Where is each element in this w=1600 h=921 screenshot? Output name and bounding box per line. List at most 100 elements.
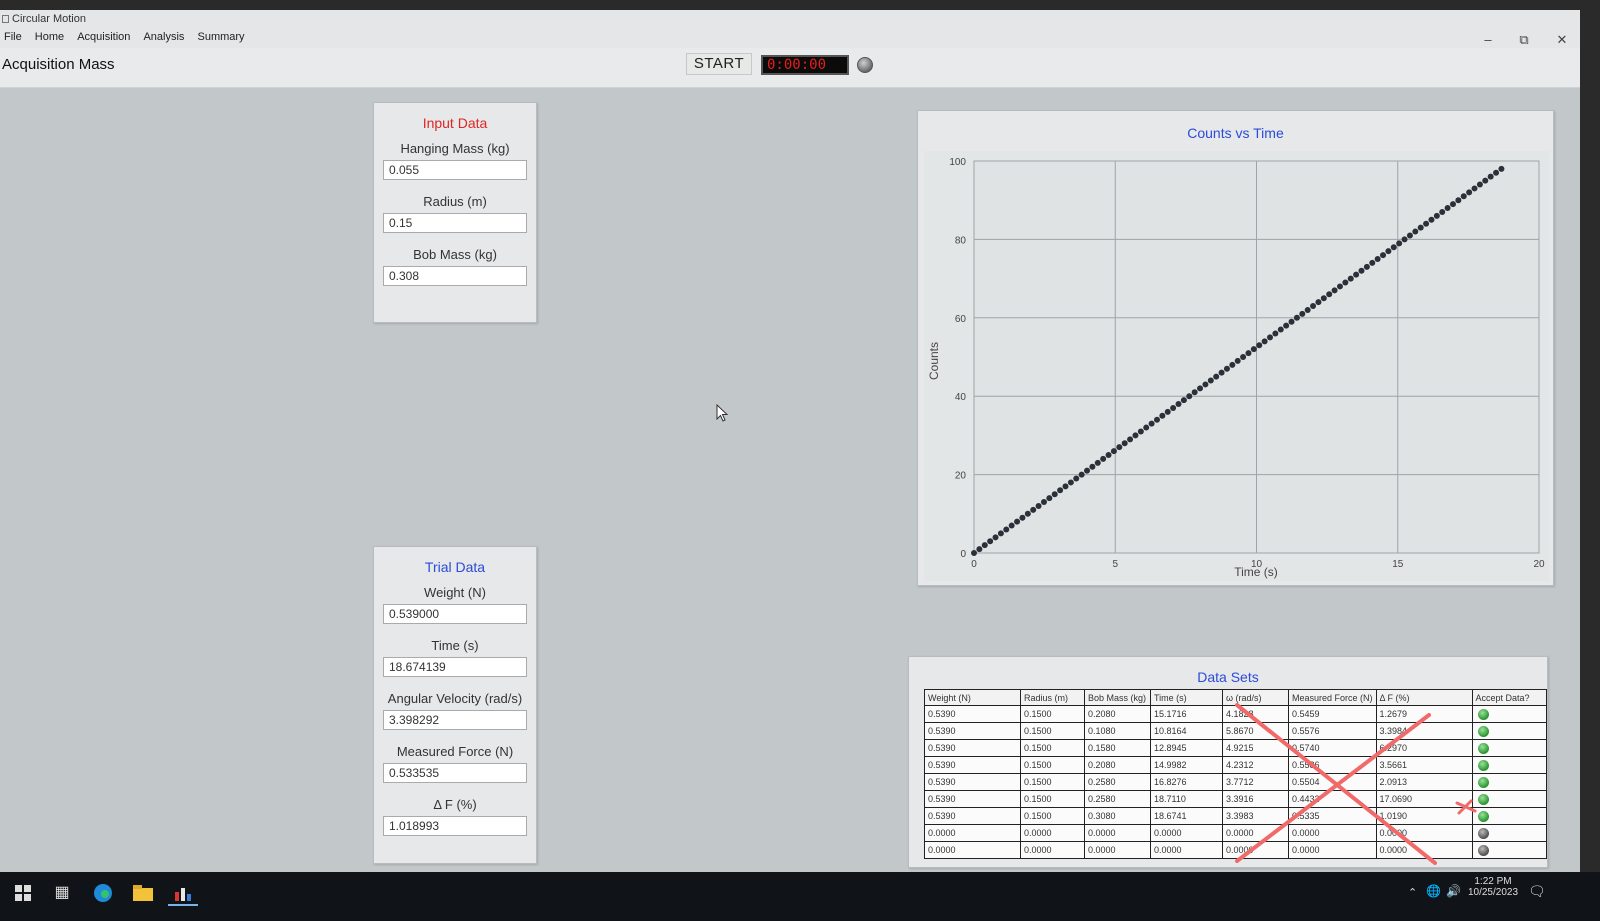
data-point xyxy=(1100,455,1107,462)
measured-force-field: 0.533535 xyxy=(383,763,527,783)
data-point xyxy=(1466,189,1473,196)
data-point xyxy=(1207,377,1214,384)
bob-mass-label: Bob Mass (kg) xyxy=(413,247,497,262)
data-point xyxy=(1331,287,1338,294)
data-point xyxy=(1417,224,1424,231)
task-view-icon[interactable]: ▦ xyxy=(47,880,77,906)
menu-summary[interactable]: Summary xyxy=(194,28,251,43)
menu-home[interactable]: Home xyxy=(31,28,70,43)
hanging-mass-input[interactable]: 0.055 xyxy=(383,160,527,180)
data-point xyxy=(1234,357,1241,364)
x-tick-label: 5 xyxy=(1112,559,1118,570)
menu-bar: File Home Acquisition Analysis Summary xyxy=(0,28,1580,48)
restore-icon[interactable]: ⧉ xyxy=(1516,32,1532,48)
delta-f-label: Δ F (%) xyxy=(433,797,477,812)
x-tick-label: 15 xyxy=(1392,559,1404,570)
page-title: Acquisition Mass xyxy=(2,56,115,73)
data-point xyxy=(1035,502,1042,509)
data-point xyxy=(1051,491,1058,498)
data-point xyxy=(1078,471,1085,478)
timer-display: 0:00:00 xyxy=(761,55,849,75)
data-point xyxy=(1374,256,1381,262)
data-point xyxy=(1223,365,1230,372)
red-x-annotation xyxy=(1235,703,1477,865)
data-point xyxy=(1008,522,1015,529)
data-point xyxy=(997,530,1004,537)
menu-file[interactable]: File xyxy=(0,28,28,43)
chart-title: Counts vs Time xyxy=(1187,125,1284,141)
data-point xyxy=(1164,408,1171,415)
data-point xyxy=(1067,479,1074,486)
data-point xyxy=(1476,181,1483,188)
hanging-mass-label: Hanging Mass (kg) xyxy=(400,141,510,156)
radius-input[interactable]: 0.15 xyxy=(383,213,527,233)
taskbar: ▦ ⌃ 🌐 🔊 1:22 PM 10/25/2023 🗨 xyxy=(0,872,1600,921)
close-icon[interactable]: ✕ xyxy=(1554,32,1570,48)
data-point xyxy=(1310,303,1317,310)
data-point xyxy=(1170,404,1177,411)
y-tick-label: 60 xyxy=(955,314,967,325)
input-data-title: Input Data xyxy=(422,115,488,131)
data-point xyxy=(1412,228,1419,235)
angular-velocity-field: 3.398292 xyxy=(383,710,527,730)
data-point xyxy=(1347,275,1354,282)
menu-acquisition[interactable]: Acquisition xyxy=(73,28,136,43)
minimize-icon[interactable]: – xyxy=(1480,32,1496,47)
data-point xyxy=(1471,185,1478,192)
network-icon[interactable]: 🌐 xyxy=(1426,884,1441,898)
data-point xyxy=(1245,350,1252,357)
data-point xyxy=(1336,283,1343,290)
data-sets-panel: Data Sets Weight (N) Radius (m) Bob Mass (… xyxy=(908,656,1548,868)
data-point xyxy=(1186,393,1193,400)
data-point xyxy=(1283,322,1290,329)
data-point xyxy=(1213,373,1220,380)
data-point xyxy=(1132,432,1139,439)
status-indicator-icon xyxy=(857,57,873,73)
data-point xyxy=(1423,220,1430,227)
data-point xyxy=(1439,208,1446,215)
data-point xyxy=(1019,514,1026,521)
bob-mass-input[interactable]: 0.308 xyxy=(383,266,527,286)
mouse-cursor-icon xyxy=(716,404,729,422)
data-point xyxy=(1320,295,1327,302)
edge-browser-icon[interactable] xyxy=(88,880,118,906)
title-bar: Circular Motion xyxy=(0,10,1580,28)
data-point xyxy=(1137,428,1144,435)
data-point xyxy=(1040,499,1047,506)
trial-data-title: Trial Data xyxy=(424,559,486,575)
data-point xyxy=(1250,346,1257,353)
screen: Circular Motion File Home Acquisition An… xyxy=(0,0,1600,921)
measured-force-label: Measured Force (N) xyxy=(396,744,514,759)
data-point xyxy=(971,550,977,556)
volume-icon[interactable]: 🔊 xyxy=(1446,884,1461,898)
data-point xyxy=(1089,463,1096,470)
data-point xyxy=(1030,506,1037,513)
data-point xyxy=(1460,193,1467,200)
data-point xyxy=(1105,452,1112,458)
tray-overflow-icon[interactable]: ⌃ xyxy=(1408,886,1417,899)
clock[interactable]: 1:22 PM 10/25/2023 xyxy=(1466,876,1520,898)
notification-icon[interactable]: 🗨 xyxy=(1528,883,1546,900)
data-point xyxy=(1482,177,1489,184)
file-explorer-icon[interactable] xyxy=(128,880,158,906)
data-point xyxy=(1304,306,1311,313)
circular-motion-app-icon[interactable] xyxy=(168,880,198,906)
trial-data-panel: Trial Data Weight (N) 0.539000 Time (s) … xyxy=(373,546,537,864)
data-point xyxy=(1433,212,1440,219)
data-point xyxy=(1261,338,1268,345)
data-point xyxy=(1062,483,1069,490)
data-point xyxy=(1272,330,1279,337)
data-point xyxy=(1116,444,1123,451)
start-button[interactable]: START xyxy=(686,53,752,75)
data-point xyxy=(1293,314,1300,321)
radius-label: Radius (m) xyxy=(423,194,487,209)
data-point xyxy=(1240,354,1247,360)
windows-start-icon[interactable] xyxy=(8,880,38,906)
menu-analysis[interactable]: Analysis xyxy=(139,28,190,43)
data-point xyxy=(1353,271,1360,278)
data-point xyxy=(1014,518,1021,525)
data-point xyxy=(1256,342,1263,349)
data-point xyxy=(1342,279,1349,286)
data-point xyxy=(1380,252,1387,259)
data-point xyxy=(1046,495,1053,502)
